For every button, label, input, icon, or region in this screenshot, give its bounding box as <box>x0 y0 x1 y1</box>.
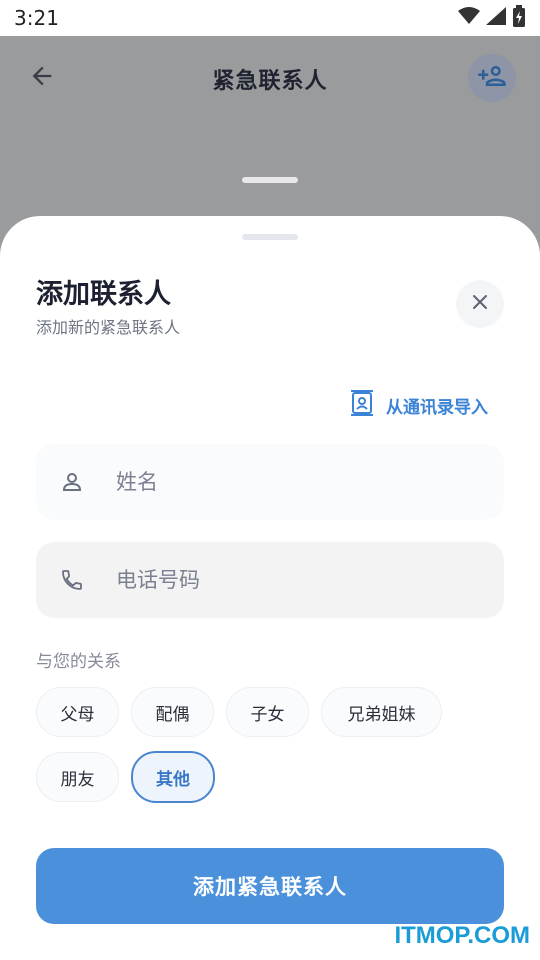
status-bar: 3:21 <box>0 0 540 36</box>
signal-icon <box>486 7 506 29</box>
sheet-drag-handle[interactable] <box>242 234 298 240</box>
name-field[interactable] <box>36 444 504 520</box>
phone-icon <box>58 566 86 594</box>
sheet-title: 添加联系人 <box>36 279 171 310</box>
phone-field[interactable] <box>36 542 504 618</box>
name-input[interactable] <box>114 469 478 495</box>
wifi-icon <box>458 7 480 29</box>
status-icons <box>458 5 526 31</box>
page-title: 紧急联系人 <box>212 69 328 94</box>
contacts-book-icon <box>350 390 374 421</box>
import-from-contacts-link[interactable]: 从通讯录导入 <box>350 390 488 421</box>
add-contact-button[interactable] <box>468 54 516 102</box>
chip-parents[interactable]: 父母 <box>36 687 119 737</box>
back-button[interactable] <box>24 60 60 96</box>
chip-other[interactable]: 其他 <box>131 751 215 803</box>
add-emergency-contact-button[interactable]: 添加紧急联系人 <box>36 848 504 924</box>
chip-friends[interactable]: 朋友 <box>36 752 119 802</box>
sheet-subtitle: 添加新的紧急联系人 <box>36 318 181 337</box>
status-time: 3:21 <box>14 6 59 30</box>
import-label: 从通讯录导入 <box>386 398 488 418</box>
watermark: ITMOP.COM <box>394 922 530 949</box>
app-bar: 紧急联系人 <box>0 36 540 122</box>
drag-handle-outer <box>242 177 298 183</box>
add-contact-sheet: 添加联系人 添加新的紧急联系人 从通讯录导入 与您的关系 父母 配偶 子女 兄弟… <box>0 216 540 960</box>
chip-siblings[interactable]: 兄弟姐妹 <box>321 687 442 737</box>
person-icon <box>58 468 86 496</box>
phone-input[interactable] <box>114 567 478 593</box>
relationship-label: 与您的关系 <box>36 652 121 672</box>
battery-icon <box>512 5 526 31</box>
chip-children[interactable]: 子女 <box>226 687 309 737</box>
person-add-icon <box>477 61 507 95</box>
arrow-left-icon <box>28 62 56 94</box>
close-icon <box>470 292 490 316</box>
chip-spouse[interactable]: 配偶 <box>131 687 214 737</box>
close-button[interactable] <box>456 280 504 328</box>
